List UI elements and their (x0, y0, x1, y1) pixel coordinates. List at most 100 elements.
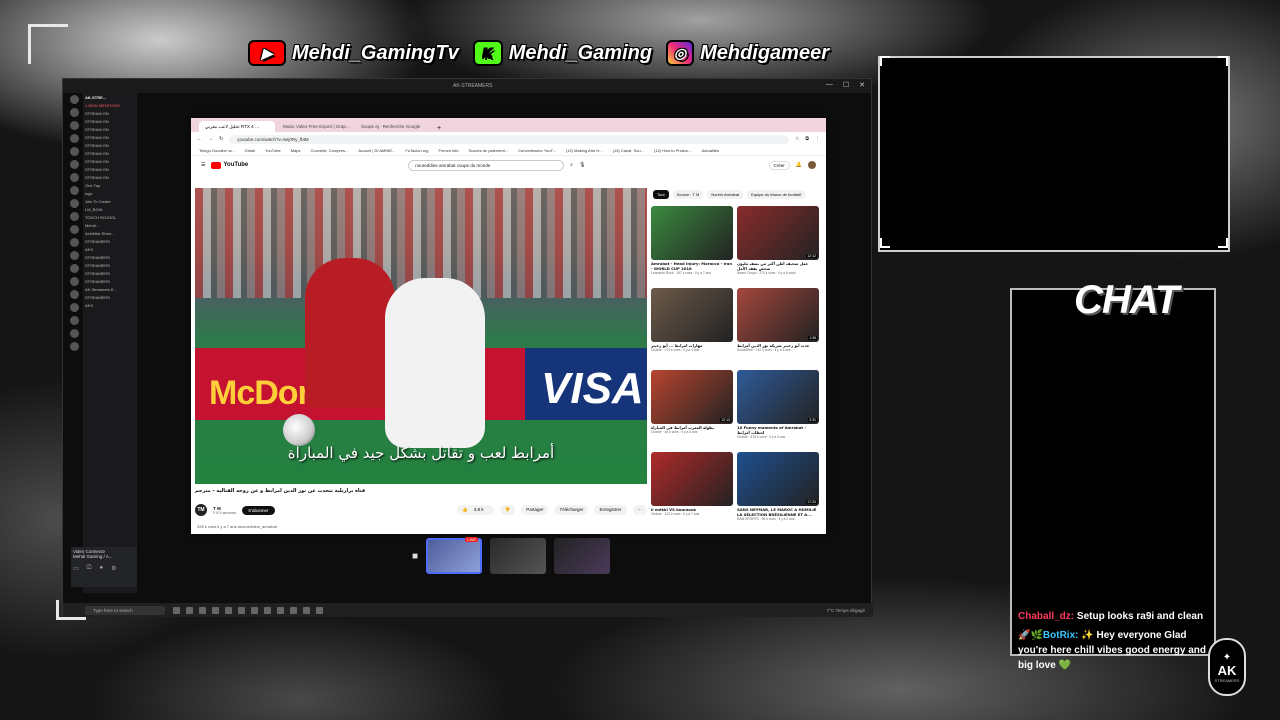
recommendation-title[interactable]: Amrabat - Head Injury: Morocco - Iran - … (651, 261, 733, 271)
create-button[interactable]: Créer (768, 160, 790, 170)
channel-item[interactable]: STREAM ON (85, 167, 135, 175)
app-icon[interactable] (225, 606, 232, 614)
channel-item[interactable]: logs (85, 191, 135, 199)
recommendation-thumbnail[interactable]: 1:36 (737, 288, 819, 342)
chip-amrabat[interactable]: Noréin Amrabat (707, 190, 744, 199)
channel-item[interactable]: STREAMERS (85, 263, 135, 271)
bookmark-item[interactable]: Convertir, Compres... (311, 148, 349, 153)
recommendation-title[interactable]: 10 Funny moments of Amrabat - لحظات أمرا… (737, 425, 819, 435)
channel-item[interactable]: AnkiNick Stree... (85, 231, 135, 239)
notifications-icon[interactable]: 🔔 (796, 162, 802, 168)
channel-item[interactable]: STREAM ON (85, 119, 135, 127)
channel-item[interactable]: AKS (85, 303, 135, 311)
menu-icon[interactable]: ⋮ (815, 136, 820, 142)
app-icon[interactable] (212, 606, 219, 614)
channel-avatar[interactable]: TM (195, 504, 207, 516)
preview-tile[interactable] (554, 538, 611, 574)
tab-youtube[interactable]: تحليل لاعب مغربي RTX 4 … (199, 121, 275, 132)
app-icon[interactable] (264, 606, 271, 614)
recommendation-thumbnail[interactable] (651, 288, 733, 342)
bookmark-item[interactable]: Maps (291, 148, 301, 153)
recommendation-thumbnail[interactable]: 12:12 (737, 206, 819, 260)
channel-item[interactable]: AK Streamers E... (85, 287, 135, 295)
channel-item[interactable]: Join To Create (85, 199, 135, 207)
bookmark-item[interactable]: FuTacion.org (405, 148, 428, 153)
server-name[interactable]: AK-STRE... (85, 95, 135, 103)
app-icon[interactable] (290, 606, 297, 614)
recommendation-thumbnail[interactable]: 2:31 (737, 370, 819, 424)
channel-item[interactable]: STREAM ON (85, 151, 135, 159)
url-input[interactable]: youtube.com/watch?v=5ej0Ry_fbtM (229, 134, 789, 144)
new-tab-icon[interactable]: + (433, 125, 445, 132)
bookmark-item[interactable]: French info (439, 148, 459, 153)
bookmark-item[interactable]: Telugu Goodern w... (199, 148, 235, 153)
channel-item[interactable]: STREAM ON (85, 159, 135, 167)
bookmark-item[interactable]: Accueil | DI AMINE... (358, 148, 395, 153)
channel-item[interactable]: STREAM ON (85, 143, 135, 151)
recommendation-card[interactable]: 17:20 SANS NEYMAR, LE MAROC A HUMILIÉ LA … (737, 452, 819, 530)
app-icon[interactable] (199, 606, 206, 614)
bookmark-item[interactable]: (12) How to Produc... (654, 148, 692, 153)
channel-item[interactable]: STREAM ON (85, 111, 135, 119)
server-icon[interactable] (69, 290, 79, 299)
server-icon[interactable] (69, 199, 79, 208)
bookmark-item[interactable]: (12) Making Afro H... (566, 148, 603, 153)
recommendation-card[interactable]: Amrabat - Head Injury: Morocco - Iran - … (651, 206, 733, 284)
bookmark-item[interactable]: Convertisseur YouT... (518, 148, 556, 153)
recommendation-card[interactable]: il mékki VS bourzouk Chaîne · 122 k vues … (651, 452, 733, 530)
preview-tile-live[interactable]: LIVE (426, 537, 483, 574)
recommendation-thumbnail[interactable] (651, 206, 733, 260)
server-icon[interactable] (69, 316, 79, 325)
youtube-search-input[interactable]: noureddine amrabat coupe du monde (408, 159, 565, 171)
recommendation-thumbnail[interactable]: 12:13 (651, 370, 733, 424)
app-icon[interactable] (303, 606, 310, 614)
bookmark-item[interactable]: Actualités (702, 148, 719, 153)
like-button[interactable]: 👍 3,9 k (456, 505, 494, 515)
server-icon[interactable] (69, 251, 79, 260)
channel-item[interactable]: AKS (85, 247, 135, 255)
share-button[interactable]: Partager (521, 505, 549, 515)
youtube-logo[interactable]: YouTube (211, 161, 248, 169)
recommendation-title[interactable]: SANS NEYMAR, LE MAROC A HUMILIÉ LA SÉLEC… (737, 507, 819, 517)
server-icon[interactable] (69, 173, 79, 182)
bookmark-item[interactable]: YouTube (265, 148, 281, 153)
channel-item[interactable]: STREAMERS (85, 271, 135, 279)
recommendation-card[interactable]: 12:12 عمل سخيف أظن أكثر من نصف مليون شخص … (737, 206, 819, 284)
chat-bubble-icon[interactable]: ■ (412, 551, 418, 562)
camera-icon[interactable]: ▭ (73, 565, 79, 572)
app-icon[interactable] (277, 606, 284, 614)
settings-icon[interactable]: ⚙ (111, 565, 116, 572)
recommendation-thumbnail[interactable] (651, 452, 733, 506)
server-icon[interactable] (69, 225, 79, 234)
reload-icon[interactable]: ↻ (219, 136, 223, 142)
server-icon[interactable] (69, 303, 79, 312)
app-icon[interactable] (251, 606, 258, 614)
app-icon[interactable] (316, 606, 323, 614)
channel-item[interactable]: STREAM ON (85, 175, 135, 183)
hamburger-icon[interactable]: ☰ (201, 162, 205, 168)
recommendation-thumbnail[interactable]: 17:20 (737, 452, 819, 506)
channel-item[interactable]: 1 NEW MENTIONS (85, 103, 135, 111)
more-icon[interactable]: ⋯ (632, 505, 647, 515)
mic-icon[interactable]: ● (99, 565, 103, 572)
video-player[interactable]: McDonald's VISA أمرابط لعب و تقاتل بشكل … (195, 188, 647, 484)
app-icon[interactable] (238, 606, 245, 614)
channel-item[interactable]: STREAM ON (85, 127, 135, 135)
server-icon[interactable] (69, 95, 79, 104)
taskbar-search[interactable]: Type here to search (85, 605, 165, 615)
recommendation-card[interactable]: مهارات امرابط ... أبو زعيتر Chaîne · 174 … (651, 288, 733, 366)
server-icon[interactable] (69, 121, 79, 130)
channel-item[interactable]: TOKCH ROJOOL (85, 215, 135, 223)
account-avatar[interactable] (808, 161, 816, 169)
bookmark-star-icon[interactable]: ☆ (795, 136, 799, 142)
server-icon[interactable] (69, 134, 79, 143)
search-icon[interactable]: ⌕ (570, 162, 573, 168)
voice-search-icon[interactable]: 🎙 (579, 162, 585, 168)
recommendation-title[interactable]: عمل سخيف أظن أكثر من نصف مليون شخص يفقد … (737, 261, 819, 271)
channel-item[interactable]: One Tap (85, 183, 135, 191)
server-icon[interactable] (69, 108, 79, 117)
save-button[interactable]: Enregistrer (594, 505, 627, 515)
download-button[interactable]: Télécharger (554, 505, 589, 515)
back-icon[interactable]: ← (197, 136, 202, 142)
server-icon[interactable] (69, 277, 79, 286)
